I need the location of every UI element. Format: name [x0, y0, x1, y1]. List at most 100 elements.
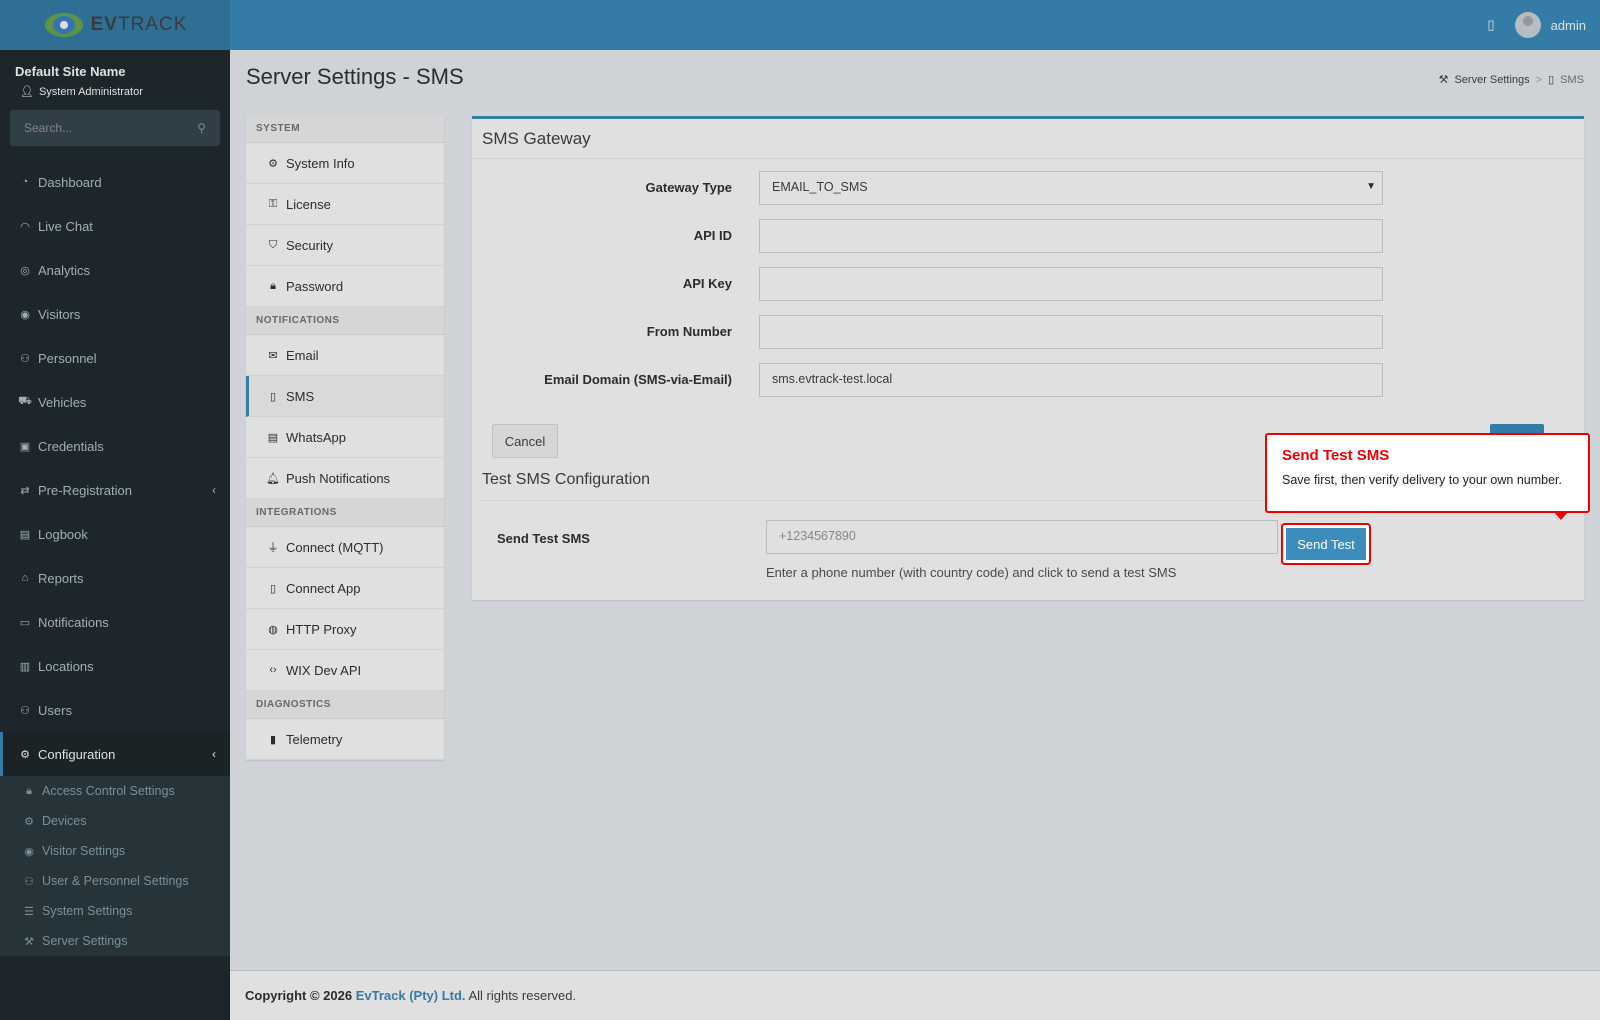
- api-key-input[interactable]: [759, 267, 1383, 301]
- chevron-left-icon: ‹: [212, 747, 216, 761]
- rights-text: All rights reserved.: [468, 988, 577, 1003]
- breadcrumb: ⚒ Server Settings > ▯ SMS: [1438, 73, 1584, 87]
- sidebar-item-personnel[interactable]: ⚇ Personnel: [0, 336, 230, 380]
- field-api-key: API Key: [472, 267, 1584, 301]
- settings-nav-password[interactable]: 🔒︎ Password: [246, 266, 444, 307]
- chevron-left-icon: ‹: [212, 483, 216, 497]
- settings-nav-email[interactable]: ✉ Email: [246, 335, 444, 376]
- id-card-icon: ▣: [19, 440, 31, 453]
- field-api-id: API ID: [472, 219, 1584, 253]
- wrench-icon: ⚒: [1438, 74, 1449, 86]
- target-icon: ◎: [20, 264, 30, 277]
- shield-icon: ⛉: [268, 238, 278, 251]
- gauge-icon: ◔: [21, 176, 29, 188]
- field-gateway-type: Gateway Type EMAIL_TO_SMS ▼: [472, 171, 1584, 205]
- settings-nav-telemetry[interactable]: ▮ Telemetry: [246, 719, 444, 760]
- bell-icon: 🔔︎: [266, 472, 280, 485]
- sliders-icon: ☰: [24, 905, 34, 918]
- lock-icon: 🔒︎: [26, 784, 32, 797]
- api-key-label: API Key: [682, 276, 732, 291]
- logo[interactable]: EVTRACK: [0, 0, 230, 50]
- sidebar-item-vehicles[interactable]: ⛟ Vehicles: [0, 380, 230, 424]
- from-number-input[interactable]: [759, 315, 1383, 349]
- settings-nav: SYSTEM ⚙ System Info ⚿ License ⛉ Security 🔒…: [246, 115, 444, 760]
- settings-nav-wix-dev-api[interactable]: ‹› WIX Dev API: [246, 650, 444, 691]
- breadcrumb-sms: SMS: [1560, 73, 1584, 86]
- subitem-devices[interactable]: ⚙ Devices: [0, 806, 230, 836]
- group-system: SYSTEM: [246, 115, 444, 143]
- sidebar: Default Site Name 👤︎ System Administrator…: [0, 50, 230, 1020]
- sidebar-nav: ◔ Dashboard ◠ Live Chat ◎ Analytics ◉ Visito…: [0, 160, 230, 956]
- copyright-text: Copyright © 2026: [245, 988, 353, 1003]
- bell-icon: ▭: [19, 616, 31, 629]
- test-phone-input[interactable]: +1234567890: [766, 520, 1278, 554]
- settings-nav-security[interactable]: ⛉ Security: [246, 225, 444, 266]
- gateway-type-select[interactable]: EMAIL_TO_SMS ▼: [759, 171, 1383, 205]
- plug-icon: ⏚: [267, 542, 279, 554]
- subitem-server-settings[interactable]: ⚒ Server Settings: [0, 926, 230, 956]
- sidebar-item-reports[interactable]: ⌂ Reports: [0, 556, 230, 600]
- gear-icon: ⚙: [268, 157, 278, 170]
- eye-icon: ◉: [20, 308, 30, 321]
- tour-tooltip: Send Test SMS Save first, then verify de…: [1265, 433, 1590, 520]
- settings-nav-push-notifications[interactable]: 🔔︎ Push Notifications: [246, 458, 444, 499]
- settings-nav-whatsapp[interactable]: ▤ WhatsApp: [246, 417, 444, 458]
- sidebar-item-visitors[interactable]: ◉ Visitors: [0, 292, 230, 336]
- book-icon: ▤: [19, 528, 31, 541]
- breadcrumb-separator: >: [1535, 73, 1543, 86]
- site-name: Default Site Name: [15, 64, 126, 79]
- settings-nav-system-info[interactable]: ⚙ System Info: [246, 143, 444, 184]
- code-icon: ‹›: [269, 664, 277, 676]
- user-group-icon: ⚇: [20, 352, 30, 365]
- cancel-button[interactable]: Cancel: [492, 424, 558, 458]
- search-icon[interactable]: ⚲: [197, 121, 206, 135]
- settings-nav-sms[interactable]: ▯ SMS: [246, 376, 444, 417]
- lock-icon: 🔒︎: [270, 279, 276, 292]
- user-menu[interactable]: admin: [1514, 12, 1586, 38]
- sidebar-item-dashboard[interactable]: ◔ Dashboard: [0, 160, 230, 204]
- gateway-type-label: Gateway Type: [645, 180, 732, 195]
- sidebar-item-pre-registration[interactable]: ⇄ Pre-Registration ‹: [0, 468, 230, 512]
- panel-title: SMS Gateway: [472, 119, 1584, 159]
- api-id-label: API ID: [693, 228, 732, 243]
- test-section-title: Test SMS Configuration: [482, 471, 651, 488]
- api-id-input[interactable]: [759, 219, 1383, 253]
- company-link[interactable]: EvTrack (Pty) Ltd.: [356, 988, 466, 1003]
- building-icon: ▥: [19, 660, 31, 673]
- email-domain-input[interactable]: sms.evtrack-test.local: [759, 363, 1383, 397]
- field-from-number: From Number: [472, 315, 1584, 349]
- group-diagnostics: DIAGNOSTICS: [246, 691, 444, 719]
- subitem-visitor-settings[interactable]: ◉ Visitor Settings: [0, 836, 230, 866]
- sidebar-item-credentials[interactable]: ▣ Credentials: [0, 424, 230, 468]
- subitem-system-settings[interactable]: ☰ System Settings: [0, 896, 230, 926]
- footer: Copyright © 2026 EvTrack (Pty) Ltd. All …: [230, 970, 1600, 1020]
- sidebar-item-users[interactable]: ⚇ Users: [0, 688, 230, 732]
- settings-nav-connect-app[interactable]: ▯ Connect App: [246, 568, 444, 609]
- settings-nav-license[interactable]: ⚿ License: [246, 184, 444, 225]
- avatar: [1514, 12, 1541, 38]
- settings-nav-connect-mqtt[interactable]: ⏚ Connect (MQTT): [246, 527, 444, 568]
- from-number-label: From Number: [646, 324, 732, 339]
- sidebar-item-logbook[interactable]: ▤ Logbook: [0, 512, 230, 556]
- chart-icon: ⌂: [21, 572, 29, 584]
- globe-icon: ◍: [268, 623, 278, 636]
- users-icon: ⚇: [24, 875, 34, 888]
- settings-nav-http-proxy[interactable]: ◍ HTTP Proxy: [246, 609, 444, 650]
- send-test-button[interactable]: Send Test: [1281, 523, 1371, 565]
- sidebar-item-locations[interactable]: ▥ Locations: [0, 644, 230, 688]
- building-icon[interactable]: ▯: [1487, 17, 1494, 33]
- subitem-user-personnel-settings[interactable]: ⚇ User & Personnel Settings: [0, 866, 230, 896]
- sidebar-item-notifications[interactable]: ▭ Notifications: [0, 600, 230, 644]
- sidebar-item-analytics[interactable]: ◎ Analytics: [0, 248, 230, 292]
- sidebar-item-configuration[interactable]: ⚙ Configuration ‹: [0, 732, 230, 776]
- sidebar-search[interactable]: Search... ⚲: [10, 110, 220, 146]
- page-title: Server Settings - SMS: [246, 64, 464, 89]
- headset-icon: ◠: [20, 220, 30, 233]
- search-input[interactable]: Search...: [24, 121, 72, 135]
- gear-icon: ⚙: [24, 815, 34, 828]
- sidebar-item-live-chat[interactable]: ◠ Live Chat: [0, 204, 230, 248]
- user-icon: 👤︎: [20, 86, 34, 98]
- group-integrations: INTEGRATIONS: [246, 499, 444, 527]
- subitem-access-control-settings[interactable]: 🔒︎ Access Control Settings: [0, 776, 230, 806]
- breadcrumb-server-settings[interactable]: Server Settings: [1454, 74, 1529, 86]
